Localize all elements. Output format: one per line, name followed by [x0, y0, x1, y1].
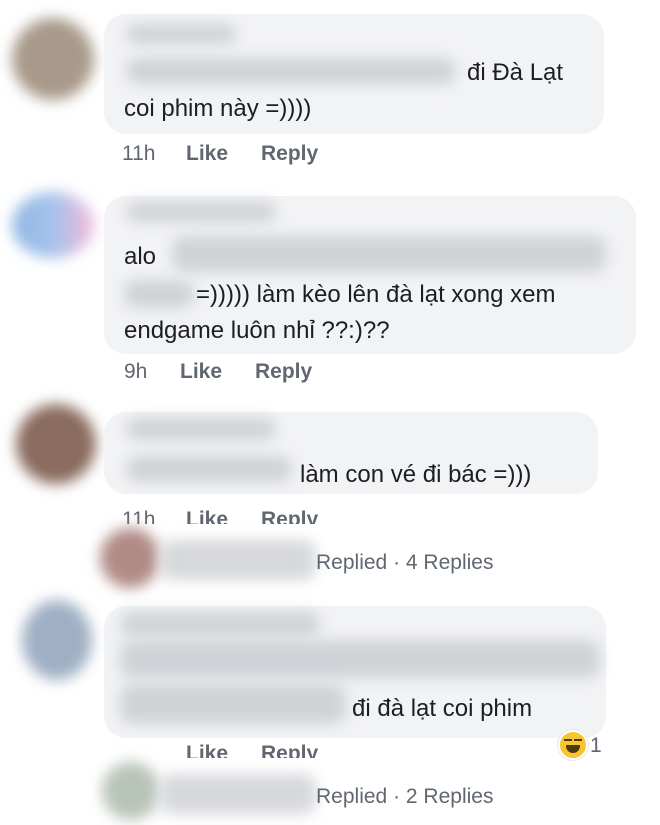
avatar[interactable] — [12, 192, 94, 258]
reply-count: 2 Replies — [405, 785, 494, 808]
like-button[interactable]: Like — [180, 360, 222, 384]
replied-label: Replied — [316, 785, 388, 808]
redacted-author-name — [126, 202, 276, 222]
redacted-mention — [126, 456, 292, 482]
avatar[interactable] — [12, 18, 94, 100]
reply-button[interactable]: Reply — [261, 142, 318, 166]
comment-text: coi phim này =)))) — [124, 95, 312, 122]
reply-button[interactable]: Reply — [261, 742, 318, 758]
redacted-mention — [120, 640, 600, 678]
redacted-reply-author — [160, 540, 316, 580]
separator-dot: · — [393, 551, 401, 574]
redacted-author-name — [120, 612, 320, 636]
reaction-count: 1 — [590, 734, 602, 757]
avatar[interactable] — [16, 404, 96, 484]
redacted-reply-author — [160, 774, 316, 814]
haha-mouth — [566, 745, 580, 753]
comment-timestamp[interactable]: 11h — [122, 142, 155, 166]
comment-text: đi Đà Lạt — [467, 59, 564, 86]
reply-button[interactable]: Reply — [255, 360, 312, 384]
redacted-author-name — [126, 24, 236, 44]
redacted-mention — [172, 236, 606, 272]
avatar[interactable] — [22, 600, 92, 680]
reply-count: 4 Replies — [405, 551, 494, 574]
comment-text: làm con vé đi bác =))) — [300, 461, 532, 488]
reply-avatar[interactable] — [100, 528, 160, 588]
reply-avatar[interactable] — [102, 762, 160, 820]
comment-text: =))))) làm kèo lên đà lạt xong xem — [196, 281, 556, 308]
redacted-mention — [124, 280, 194, 308]
separator-dot: · — [393, 785, 401, 808]
reply-button[interactable]: Reply — [261, 508, 318, 524]
like-button[interactable]: Like — [186, 508, 228, 524]
comment-timestamp[interactable]: 11h — [122, 508, 155, 524]
comment-text: alo — [124, 243, 157, 270]
haha-eye-right — [574, 739, 582, 744]
redacted-author-name — [126, 418, 276, 440]
redacted-mention — [120, 684, 346, 724]
replied-label: Replied — [316, 551, 388, 574]
redacted-mention — [126, 58, 456, 84]
like-button[interactable]: Like — [186, 742, 228, 758]
comment-text: đi đà lạt coi phim — [352, 695, 533, 722]
comment-actions-clipped: 11h Like Reply — [100, 508, 400, 524]
like-button[interactable]: Like — [186, 142, 228, 166]
comment-timestamp[interactable]: 9h — [124, 360, 147, 384]
view-replies-link[interactable]: Replied · 2 Replies — [316, 785, 493, 809]
haha-eye-left — [564, 739, 572, 744]
comment-actions-clipped: Like Reply — [100, 742, 400, 758]
comment-text: endgame luôn nhỉ ??:)?? — [124, 317, 390, 344]
view-replies-link[interactable]: Replied · 4 Replies — [316, 551, 493, 575]
haha-reaction-icon[interactable] — [558, 730, 588, 760]
